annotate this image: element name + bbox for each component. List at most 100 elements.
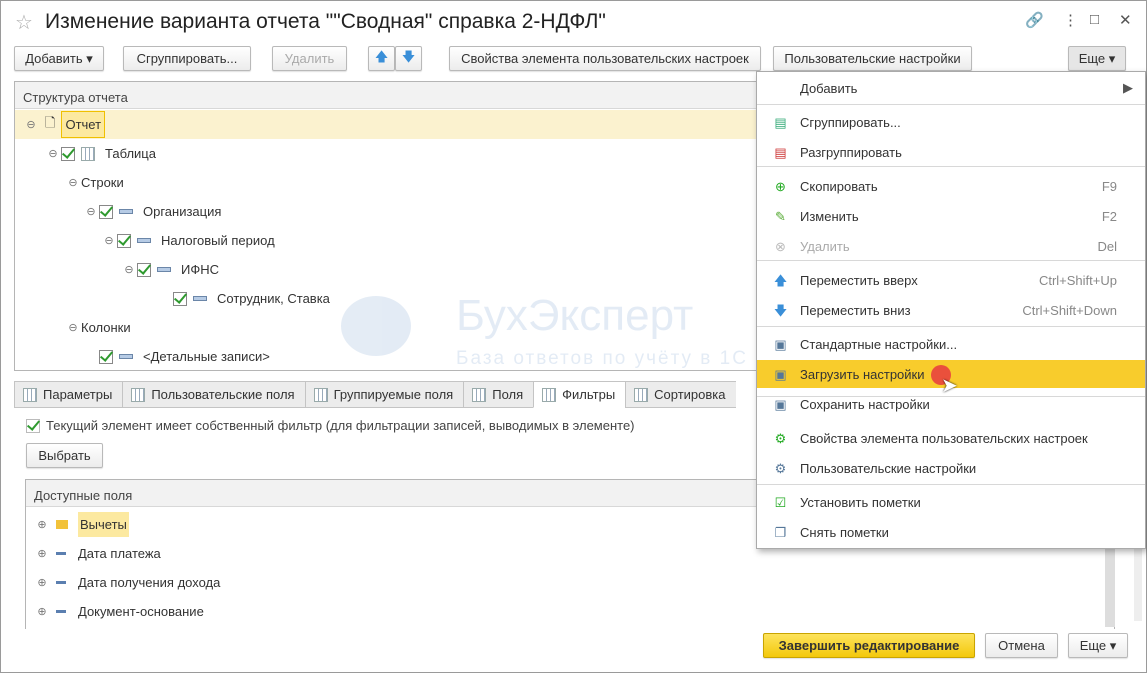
favorite-star-icon[interactable]: ☆ (15, 10, 33, 35)
field-icon (56, 581, 66, 584)
add-button[interactable]: Добавить ▾ (14, 46, 104, 71)
menu-item-move-down[interactable]: 🡇 Переместить вниз Ctrl+Shift+Down (757, 296, 1145, 324)
tab-3[interactable]: Поля (463, 381, 534, 408)
tab-icon (313, 387, 328, 402)
checkbox[interactable] (99, 204, 113, 219)
link-icon[interactable]: 🔗 (1025, 11, 1044, 29)
select-button[interactable]: Выбрать (26, 443, 103, 468)
menu-item-label: Удалить (800, 238, 850, 254)
maximize-icon[interactable]: □ (1090, 11, 1099, 28)
menu-item-shortcut: Ctrl+Shift+Up (1038, 272, 1117, 288)
tree-row-label: Организация (143, 204, 222, 219)
expand-icon[interactable]: ⊕ (34, 605, 50, 618)
collapse-icon[interactable]: ⊖ (65, 321, 81, 334)
menu-item-set-marks[interactable]: ☑ Установить пометки (757, 488, 1145, 516)
set-marks-icon: ☑ (774, 494, 787, 510)
field-icon (56, 610, 66, 613)
user-settings-button[interactable]: Пользовательские настройки (773, 46, 972, 71)
close-icon[interactable]: ✕ (1119, 11, 1132, 29)
tab-5[interactable]: Сортировка (625, 381, 736, 408)
menu-item-ungroup[interactable]: ▤ Разгруппировать (757, 138, 1145, 166)
document-icon: 🗋 (45, 114, 56, 130)
menu-separator (757, 326, 1145, 327)
table-icon (81, 146, 95, 161)
menu-item-label: Скопировать (800, 178, 878, 194)
expand-icon[interactable]: ⊕ (34, 576, 50, 589)
finish-editing-button[interactable]: Завершить редактирование (763, 633, 975, 658)
tab-label: Пользовательские поля (151, 387, 295, 402)
field-icon (56, 552, 66, 555)
tree-row-label: ИФНС (181, 262, 220, 277)
tab-label: Параметры (43, 387, 113, 402)
tree-row-label: Налоговый период (161, 233, 275, 248)
more-vert-icon[interactable]: ⋮ (1063, 11, 1078, 29)
folder-icon (56, 520, 68, 529)
checkbox[interactable] (117, 233, 131, 248)
collapse-icon[interactable]: ⊖ (101, 234, 117, 247)
menu-item-clear-marks[interactable]: ❐ Снять пометки (757, 518, 1145, 546)
expand-icon[interactable]: ⊕ (34, 547, 50, 560)
more-label: Еще (1078, 51, 1106, 66)
grouping-icon (157, 267, 171, 272)
mouse-cursor-icon: ➤ (941, 375, 958, 397)
field-label: Документ-основание (78, 604, 204, 619)
menu-item-move-up[interactable]: 🡅 Переместить вверх Ctrl+Shift+Up (757, 266, 1145, 294)
menu-item-edit[interactable]: ✎ Изменить F2 (757, 202, 1145, 230)
collapse-icon[interactable]: ⊖ (45, 147, 61, 160)
cancel-button[interactable]: Отмена (985, 633, 1058, 658)
checkbox[interactable] (137, 262, 151, 277)
menu-item-shortcut: Ctrl+Shift+Down (1022, 302, 1117, 318)
menu-item-item-properties[interactable]: ⚙ Свойства элемента пользовательских наст… (757, 424, 1145, 452)
tab-icon (472, 387, 487, 402)
collapse-icon[interactable]: ⊖ (83, 205, 99, 218)
menu-separator (757, 484, 1145, 485)
checkbox[interactable] (173, 291, 187, 306)
field-row[interactable]: ⊕ Дата получения дохода (26, 568, 1114, 597)
menu-item-label: Установить пометки (800, 494, 921, 510)
menu-item-label: Переместить вверх (800, 272, 918, 288)
menu-item-delete[interactable]: ⊗ Удалить Del (757, 232, 1145, 260)
footer-more-button[interactable]: Еще ▾ (1068, 633, 1128, 658)
group-button[interactable]: Сгруппировать... (123, 46, 251, 71)
menu-item-add[interactable]: Добавить ▶ (757, 74, 1145, 102)
grouping-icon (137, 238, 151, 243)
move-up-button[interactable]: 🡅 (368, 46, 395, 71)
field-label: Дата платежа (78, 546, 161, 561)
menu-item-shortcut: F2 (1101, 208, 1117, 224)
tab-label: Фильтры (562, 387, 616, 402)
tab-4[interactable]: Фильтры (533, 381, 626, 408)
menu-item-label: Сохранить настройки (800, 396, 930, 412)
more-button[interactable]: Еще ▾ (1068, 46, 1126, 71)
tab-0[interactable]: Параметры (14, 381, 123, 408)
menu-separator (757, 260, 1145, 261)
clear-marks-icon: ❐ (774, 524, 787, 540)
delete-button[interactable]: Удалить (272, 46, 347, 71)
window: ☆ Изменение варианта отчета ""Сводная" с… (0, 0, 1147, 673)
move-down-button[interactable]: 🡇 (395, 46, 422, 71)
collapse-icon[interactable]: ⊖ (121, 263, 137, 276)
checkbox[interactable] (61, 146, 75, 161)
tab-2[interactable]: Группируемые поля (304, 381, 464, 408)
collapse-icon[interactable]: ⊖ (23, 118, 39, 131)
own-filter-label: Текущий элемент имеет собственный фильтр… (46, 418, 635, 433)
menu-item-label: Сгруппировать... (800, 114, 901, 130)
menu-item-group[interactable]: ▤ Сгруппировать... (757, 108, 1145, 136)
checkbox[interactable] (26, 418, 40, 433)
tab-1[interactable]: Пользовательские поля (122, 381, 305, 408)
collapse-icon[interactable]: ⊖ (65, 176, 81, 189)
edit-icon: ✎ (775, 208, 786, 224)
item-properties-button[interactable]: Свойства элемента пользовательских настр… (449, 46, 761, 71)
move-up-icon: 🡅 (773, 272, 788, 288)
menu-item-copy[interactable]: ⊕ Скопировать F9 (757, 172, 1145, 200)
own-filter-checkbox[interactable]: Текущий элемент имеет собственный фильтр… (26, 418, 635, 433)
menu-item-standard-settings[interactable]: ▣ Стандартные настройки... (757, 330, 1145, 358)
checkbox[interactable] (99, 349, 113, 364)
save-settings-icon: ▣ (774, 396, 787, 412)
settings-tabs: Параметры Пользовательские поля Группируем… (14, 381, 736, 408)
field-row[interactable]: ⊕ Документ-основание (26, 597, 1114, 626)
menu-item-user-settings[interactable]: ⚙ Пользовательские настройки (757, 454, 1145, 482)
field-label: Дата получения дохода (78, 575, 221, 590)
expand-icon[interactable]: ⊕ (34, 518, 50, 531)
tab-icon (131, 387, 146, 402)
copy-icon: ⊕ (775, 178, 786, 194)
